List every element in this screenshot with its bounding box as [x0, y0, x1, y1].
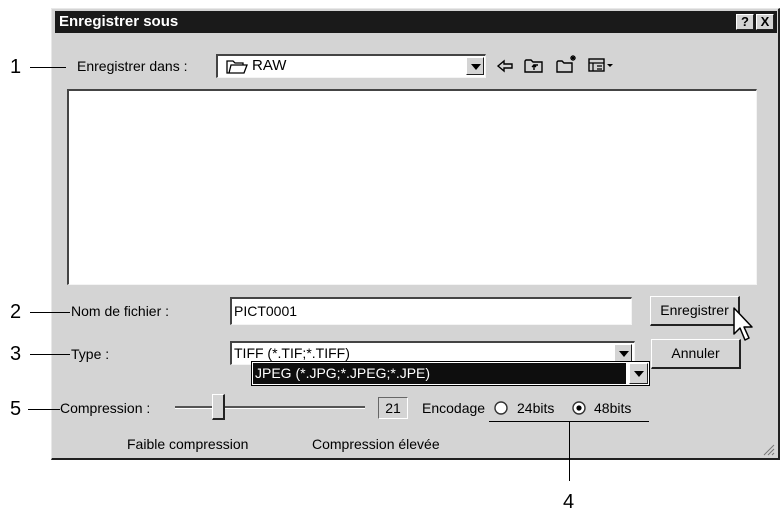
type-option-jpeg[interactable]: JPEG (*.JPG;*.JPEG;*.JPE) — [253, 363, 626, 384]
type-dropdown-list-button[interactable] — [629, 363, 648, 384]
callout-5: 5 — [10, 398, 22, 420]
low-compression-label: Faible compression — [127, 436, 249, 452]
callout-2-line — [30, 312, 70, 313]
callout-5-line — [28, 409, 60, 410]
close-button[interactable]: X — [756, 14, 774, 30]
compression-slider-thumb[interactable] — [212, 394, 225, 420]
mouse-pointer-icon — [733, 307, 757, 348]
cancel-button[interactable]: Annuler — [651, 339, 741, 369]
file-name-value: PICT0001 — [234, 303, 298, 319]
chevron-down-icon — [471, 64, 481, 70]
back-arrow-icon[interactable] — [496, 58, 514, 79]
radio-24bits-label: 24bits — [517, 400, 555, 416]
encoding-label: Encodage — [422, 400, 486, 416]
folder-icon — [226, 59, 248, 80]
type-dropdown-button[interactable] — [614, 344, 632, 362]
compression-value: 21 — [378, 397, 408, 419]
up-folder-icon[interactable] — [524, 57, 544, 79]
compression-slider-track[interactable] — [175, 406, 365, 409]
save-button[interactable]: Enregistrer — [650, 296, 740, 326]
save-in-folder: RAW — [252, 57, 287, 74]
new-folder-icon[interactable] — [556, 54, 578, 79]
help-button[interactable]: ? — [736, 14, 754, 30]
dialog-title: Enregistrer sous — [55, 11, 777, 33]
callout-3: 3 — [10, 343, 22, 365]
radio-48bits[interactable] — [572, 401, 586, 420]
callout-3-line — [30, 354, 70, 355]
compression-label: Compression : — [60, 400, 151, 416]
save-in-label: Enregistrer dans : — [77, 58, 188, 74]
callout-1-line — [30, 67, 66, 68]
file-name-label: Nom de fichier : — [71, 303, 170, 319]
file-name-input[interactable]: PICT0001 — [230, 297, 632, 325]
file-list[interactable] — [67, 89, 757, 285]
radio-24bits[interactable] — [494, 401, 508, 420]
save-in-combobox[interactable]: RAW — [216, 54, 486, 78]
save-in-dropdown-button[interactable] — [466, 57, 484, 75]
callout-4: 4 — [563, 491, 575, 513]
callout-4-line — [569, 421, 570, 481]
high-compression-label: Compression élevée — [312, 436, 440, 452]
type-label: Type : — [71, 346, 110, 362]
view-menu-icon[interactable] — [588, 57, 614, 78]
type-dropdown-list[interactable]: JPEG (*.JPG;*.JPEG;*.JPE) — [251, 361, 650, 386]
type-value: TIFF (*.TIF;*.TIFF) — [234, 345, 350, 361]
radio-48bits-label: 48bits — [594, 400, 632, 416]
resize-grip-icon[interactable] — [763, 443, 775, 461]
callout-2: 2 — [10, 301, 22, 323]
callout-1: 1 — [10, 56, 22, 78]
